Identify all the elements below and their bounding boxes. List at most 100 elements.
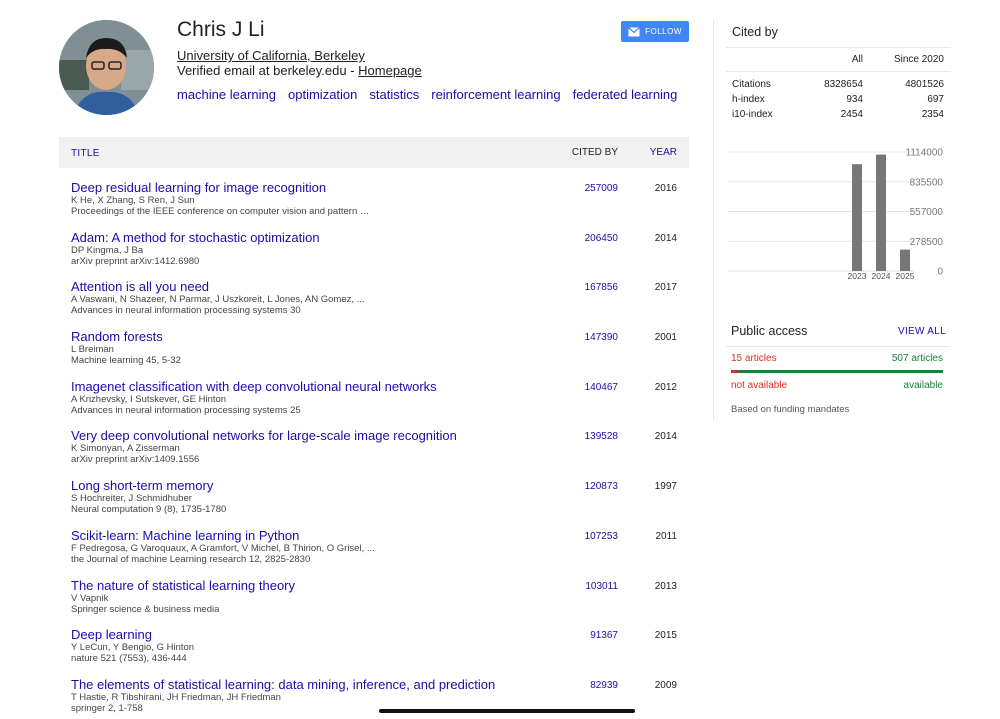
public-access-bar (731, 370, 943, 373)
article-title-link[interactable]: Random forests (71, 329, 163, 344)
public-access-title: Public access (731, 324, 808, 338)
article-cited-by[interactable]: 147390 (585, 332, 618, 343)
sort-by-year[interactable]: YEAR (650, 147, 677, 158)
article-title-link[interactable]: Very deep convolutional networks for lar… (71, 428, 457, 443)
stat-since: 2354 (921, 109, 944, 120)
stat-row-i10-index: i10-index 2454 2354 (732, 109, 951, 123)
article-cited-by[interactable]: 206450 (585, 233, 618, 244)
article-year: 2011 (655, 530, 677, 542)
article-row: Deep learning Y LeCun, Y Bengio, G Hinton… (59, 625, 689, 675)
article-cited-by[interactable]: 82939 (590, 680, 618, 691)
scroll-indicator[interactable] (379, 709, 635, 713)
citation-bar-2023[interactable] (852, 164, 862, 271)
article-title-link[interactable]: Deep residual learning for image recogni… (71, 180, 326, 195)
article-title-link[interactable]: Imagenet classification with deep convol… (71, 379, 437, 394)
article-authors: S Hochreiter, J Schmidhuber (71, 493, 192, 505)
article-title-link[interactable]: Deep learning (71, 627, 152, 642)
stat-label: Citations (732, 79, 771, 90)
citations-bar-chart: 1114000 835500 557000 278500 0 2023 2024 2025 (728, 148, 944, 281)
homepage-link[interactable]: Homepage (358, 63, 422, 78)
funding-mandates-note: Based on funding mandates (731, 404, 850, 415)
y-tick-label: 1114000 (906, 148, 944, 159)
view-all-link[interactable]: VIEW ALL (898, 326, 946, 337)
article-venue: Machine learning 45, 5-32 (71, 355, 181, 367)
article-venue: the Journal of machine Learning research… (71, 553, 311, 565)
article-year: 2014 (654, 232, 677, 244)
article-year: 2017 (654, 282, 677, 294)
y-tick-label: 0 (937, 267, 943, 278)
interest-link[interactable]: machine learning (177, 87, 276, 102)
interest-link[interactable]: federated learning (573, 87, 678, 102)
article-venue: Proceedings of the IEEE conference on co… (71, 206, 370, 217)
sort-by-cited[interactable]: CITED BY (572, 147, 618, 158)
article-cited-by[interactable]: 167856 (585, 282, 618, 293)
article-year: 2012 (654, 381, 677, 393)
follow-button[interactable]: FOLLOW (621, 21, 689, 42)
interest-link[interactable]: statistics (369, 87, 419, 102)
articles-table-header: TITLE CITED BY YEAR (59, 137, 689, 168)
stat-all: 8328654 (824, 79, 863, 90)
article-row: Long short-term memory S Hochreiter, J Sc… (59, 476, 689, 526)
article-cited-by[interactable]: 120873 (585, 481, 618, 492)
y-tick-label: 557000 (910, 207, 944, 218)
x-tick-label: 2025 (896, 271, 915, 281)
col-all: All (851, 54, 863, 65)
profile-email-line: Verified email at berkeley.edu - Homepag… (177, 63, 422, 78)
sort-by-title[interactable]: TITLE (71, 148, 100, 159)
article-title-link[interactable]: Adam: A method for stochastic optimizati… (71, 230, 320, 245)
article-venue: arXiv preprint arXiv:1409.1556 (71, 454, 200, 466)
cited-by-header: All Since 2020 (726, 47, 951, 72)
article-cited-by[interactable]: 139528 (585, 431, 618, 442)
interest-link[interactable]: optimization (288, 87, 357, 102)
article-cited-by[interactable]: 107253 (585, 531, 618, 542)
article-venue: Neural computation 9 (8), 1735-1780 (71, 504, 227, 516)
not-available-label: not available (731, 380, 788, 391)
article-row: Deep residual learning for image recogni… (59, 178, 689, 228)
article-venue: Advances in neural information processin… (71, 305, 301, 317)
article-authors: T Hastie, R Tibshirani, JH Friedman, JH … (71, 691, 281, 703)
divider (726, 346, 950, 347)
stat-since: 697 (927, 94, 944, 105)
stat-row-citations: Citations 8328654 4801526 (732, 79, 951, 93)
available-count[interactable]: 507 articles (892, 353, 943, 364)
article-title-link[interactable]: The elements of statistical learning: da… (71, 677, 495, 692)
article-venue: nature 521 (7553), 436-444 (71, 653, 187, 665)
interest-link[interactable]: reinforcement learning (431, 87, 560, 102)
cited-by-title: Cited by (732, 25, 778, 39)
article-row: Imagenet classification with deep convol… (59, 377, 689, 427)
article-authors: Y LeCun, Y Bengio, G Hinton (71, 642, 195, 654)
stat-since: 4801526 (905, 79, 944, 90)
article-row: Very deep convolutional networks for lar… (59, 426, 689, 476)
citation-bar-2025[interactable] (900, 249, 910, 271)
article-venue: arXiv preprint arXiv:1412.6980 (71, 255, 200, 267)
stat-label: i10-index (732, 109, 773, 120)
follow-button-label: FOLLOW (645, 27, 682, 36)
article-venue: Advances in neural information processin… (71, 404, 301, 416)
article-title-link[interactable]: Attention is all you need (71, 279, 209, 294)
articles-list: Deep residual learning for image recogni… (59, 178, 689, 719)
article-authors: V Vapnik (71, 592, 109, 604)
y-tick-label: 278500 (910, 237, 944, 248)
not-available-fill (731, 370, 738, 373)
article-cited-by[interactable]: 257009 (585, 183, 618, 194)
article-year: 2013 (654, 580, 677, 592)
article-authors: DP Kingma, J Ba (71, 244, 144, 256)
article-cited-by[interactable]: 91367 (590, 630, 618, 641)
avatar-photo (59, 20, 154, 115)
stat-label: h-index (732, 94, 765, 105)
not-available-count[interactable]: 15 articles (731, 353, 777, 364)
article-title-link[interactable]: The nature of statistical learning theor… (71, 578, 295, 593)
article-cited-by[interactable]: 103011 (585, 581, 618, 592)
article-authors: A Krizhevsky, I Sutskever, GE Hinton (71, 393, 227, 405)
article-year: 1997 (654, 481, 677, 493)
stat-all: 934 (846, 94, 863, 105)
citation-bar-2024[interactable] (876, 154, 886, 271)
article-title-link[interactable]: Long short-term memory (71, 478, 213, 493)
article-row: Adam: A method for stochastic optimizati… (59, 228, 689, 278)
article-row: The nature of statistical learning theor… (59, 576, 689, 626)
article-cited-by[interactable]: 140467 (585, 382, 618, 393)
profile-affiliation[interactable]: University of California, Berkeley (177, 48, 365, 63)
article-title-link[interactable]: Scikit-learn: Machine learning in Python (71, 528, 299, 543)
article-row: Random forests L Breiman Machine learning … (59, 327, 689, 377)
article-year: 2001 (654, 332, 677, 344)
